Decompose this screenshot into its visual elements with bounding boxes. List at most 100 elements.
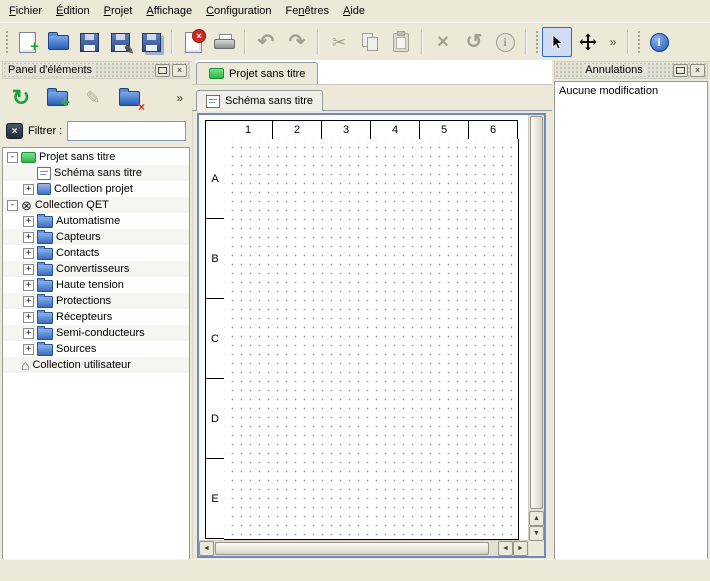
vertical-scrollbar[interactable]: ▲ ▼ [528, 115, 544, 541]
filter-input[interactable] [67, 121, 186, 141]
info-blue-icon: i [650, 33, 669, 52]
new-element-button[interactable]: + [41, 83, 73, 113]
menu-edition[interactable]: Édition [49, 1, 97, 21]
print-button[interactable] [209, 27, 239, 57]
toolbar-handle[interactable] [4, 29, 9, 55]
vertical-scrollbar-thumb[interactable] [530, 116, 543, 509]
arrow-up-icon: ▲ [533, 515, 540, 522]
scroll-right-button[interactable]: ► [513, 541, 528, 556]
collapse-expander-icon[interactable]: - [7, 200, 18, 211]
expand-expander-icon[interactable]: + [23, 216, 34, 227]
close-button[interactable]: × [690, 64, 705, 77]
tree-item-capteurs[interactable]: + Capteurs [3, 229, 189, 245]
tree-item-collection-utilisateur[interactable]: ⌂ Collection utilisateur [3, 357, 189, 373]
save-as-button[interactable]: ✎ [105, 27, 135, 57]
main-toolbar: + ✎ × ↶ ↷ ✂ × ↺ i [0, 23, 710, 62]
menu-configuration[interactable]: Configuration [199, 1, 278, 21]
tree-item-schema[interactable]: Schéma sans titre [3, 165, 189, 181]
folder-icon [37, 312, 53, 324]
menu-fenetres[interactable]: Fenêtres [279, 1, 336, 21]
edit-element-button[interactable]: ✎ [77, 83, 109, 113]
tree-item-collection-projet[interactable]: + Collection projet [3, 181, 189, 197]
scroll-down-button[interactable]: ▼ [529, 526, 544, 541]
toolbar-separator [421, 29, 423, 55]
scrollbar-corner [529, 541, 544, 556]
undo-panel-dock: Annulations × Aucune modification [552, 60, 710, 560]
diagram-canvas[interactable]: 1 2 3 4 5 6 A B C D E [205, 120, 519, 540]
home-icon: ⌂ [21, 358, 29, 372]
open-project-button[interactable] [43, 27, 73, 57]
menu-aide[interactable]: Aide [336, 1, 372, 21]
undo-history-list[interactable]: Aucune modification [554, 81, 708, 560]
cut-button[interactable]: ✂ [324, 27, 354, 57]
float-button[interactable] [155, 64, 170, 77]
select-tool-button[interactable] [542, 27, 572, 57]
horizontal-scrollbar[interactable]: ◄ ◄ ► [199, 540, 529, 556]
close-button[interactable]: × [172, 64, 187, 77]
toolbar-handle[interactable] [534, 29, 539, 55]
menu-projet[interactable]: Projet [97, 1, 140, 21]
rotate-button[interactable]: ↺ [459, 27, 489, 57]
menu-fichier[interactable]: Fichier [2, 1, 49, 21]
delete-element-folder-icon [119, 91, 140, 106]
scroll-left-button[interactable]: ◄ [199, 541, 214, 556]
folder-icon [37, 216, 53, 228]
menu-affichage[interactable]: Affichage [139, 1, 199, 21]
tree-item-recepteurs[interactable]: + Récepteurs [3, 309, 189, 325]
elements-panel-titlebar[interactable]: Panel d'éléments × [2, 61, 190, 79]
new-project-button[interactable]: + [12, 27, 42, 57]
tree-item-contacts[interactable]: + Contacts [3, 245, 189, 261]
expand-expander-icon[interactable]: + [23, 232, 34, 243]
undo-button[interactable]: ↶ [251, 27, 281, 57]
tree-item-haute-tension[interactable]: + Haute tension [3, 277, 189, 293]
tree-item-collection-qet[interactable]: - ⊗ Collection QET [3, 197, 189, 213]
close-icon: × [695, 66, 700, 75]
expand-expander-icon[interactable]: + [23, 296, 34, 307]
horizontal-scrollbar-thumb[interactable] [215, 542, 489, 555]
expand-expander-icon[interactable]: + [23, 184, 34, 195]
toolbar-handle[interactable] [636, 29, 641, 55]
close-file-button[interactable]: × [178, 27, 208, 57]
scroll-up-button[interactable]: ▲ [529, 511, 544, 526]
tree-item-sources[interactable]: + Sources [3, 341, 189, 357]
row-header: E [205, 459, 225, 539]
float-button[interactable] [673, 64, 688, 77]
expand-expander-icon[interactable]: + [23, 312, 34, 323]
undo-panel-titlebar[interactable]: Annulations × [554, 61, 708, 79]
save-as-icon [111, 33, 130, 52]
clear-filter-button[interactable]: × [6, 123, 23, 139]
tab-projet-sans-titre[interactable]: Projet sans titre [196, 62, 318, 84]
expand-expander-icon[interactable]: + [23, 344, 34, 355]
scroll-left-button-2[interactable]: ◄ [498, 541, 513, 556]
delete-element-button[interactable]: × [113, 83, 145, 113]
move-tool-button[interactable] [573, 27, 603, 57]
dotted-grid[interactable] [224, 139, 519, 540]
reload-collections-button[interactable]: ↻ [5, 83, 37, 113]
expand-expander-icon[interactable]: + [23, 280, 34, 291]
delete-button[interactable]: × [428, 27, 458, 57]
tree-item-label: Haute tension [56, 279, 124, 291]
expand-expander-icon[interactable]: + [23, 328, 34, 339]
rotate-icon: ↺ [466, 32, 483, 52]
about-button[interactable]: i [644, 27, 674, 57]
tree-item-protections[interactable]: + Protections [3, 293, 189, 309]
copy-button[interactable] [355, 27, 385, 57]
collapse-expander-icon[interactable]: - [7, 152, 18, 163]
tree-item-project[interactable]: - Projet sans titre [3, 149, 189, 165]
expand-expander-icon[interactable]: + [23, 248, 34, 259]
panel-overflow-button[interactable]: » [176, 83, 187, 113]
toolbar-overflow-button[interactable]: » [604, 27, 622, 57]
save-all-button[interactable] [136, 27, 166, 57]
save-button[interactable] [74, 27, 104, 57]
paste-button[interactable] [386, 27, 416, 57]
tree-item-semi-conducteurs[interactable]: + Semi-conducteurs [3, 325, 189, 341]
filter-label: Filtrer : [28, 125, 62, 137]
tree-item-convertisseurs[interactable]: + Convertisseurs [3, 261, 189, 277]
redo-button[interactable]: ↷ [282, 27, 312, 57]
row-header: A [205, 139, 225, 219]
undo-panel-title: Annulations [582, 64, 646, 76]
tab-schema-sans-titre[interactable]: Schéma sans titre [196, 90, 323, 111]
element-info-button[interactable]: i [490, 27, 520, 57]
expand-expander-icon[interactable]: + [23, 264, 34, 275]
tree-item-automatisme[interactable]: + Automatisme [3, 213, 189, 229]
